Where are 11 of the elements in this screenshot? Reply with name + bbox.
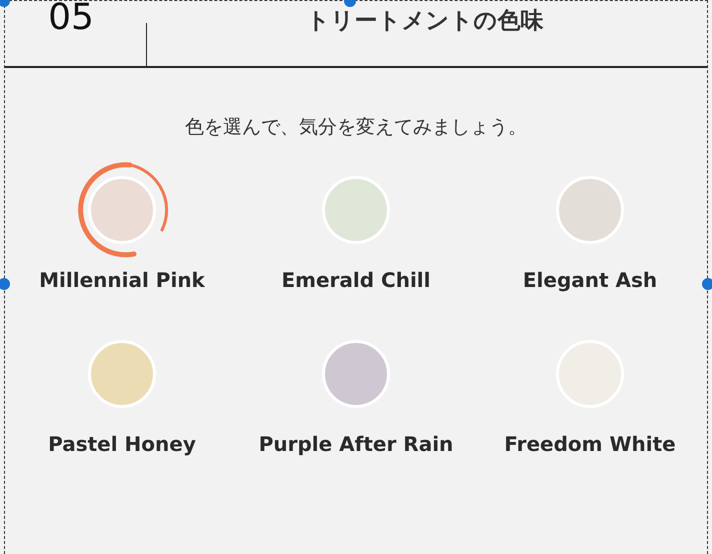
resize-handle[interactable] xyxy=(0,278,10,290)
color-name: Purple After Rain xyxy=(258,431,454,458)
section-title: トリートメントの色味 xyxy=(306,8,544,34)
color-name: Pastel Honey xyxy=(48,431,196,458)
color-name: Elegant Ash xyxy=(522,267,658,294)
color-name: Millennial Pink xyxy=(39,267,205,294)
color-name: Freedom White xyxy=(504,431,676,458)
resize-handle[interactable] xyxy=(702,278,712,290)
color-name: Emerald Chill xyxy=(281,267,431,294)
section-number: 05 xyxy=(48,1,94,35)
instruction-text: 色を選んで、気分を変えてみましょう。 xyxy=(184,115,528,140)
